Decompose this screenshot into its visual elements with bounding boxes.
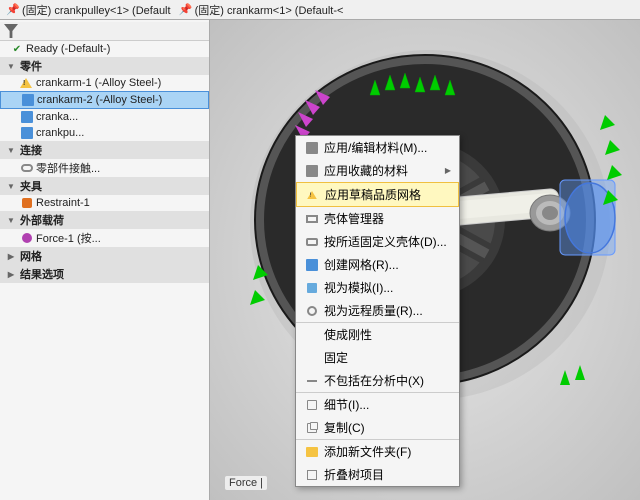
contact-item[interactable]: 零部件接触... — [0, 159, 209, 177]
rigid-icon — [304, 327, 320, 343]
force-icon — [20, 231, 34, 245]
material-icon — [304, 140, 320, 156]
menu-view-simulate[interactable]: 视为模拟(I)... — [296, 276, 459, 299]
exclude-icon — [304, 373, 320, 389]
menu-define-shell[interactable]: 按所适固定义壳体(D)... — [296, 230, 459, 253]
menu-copy[interactable]: 复制(C) — [296, 416, 459, 439]
menu-apply-draft-mesh[interactable]: 应用草稿品质网格 — [296, 182, 459, 207]
folder-add-icon — [304, 444, 320, 460]
top-bar: 📌 (固定) crankpulley<1> (Default 📌 (固定) cr… — [0, 0, 640, 20]
arrow-loads — [4, 213, 18, 227]
part-crankarm1[interactable]: crankarm-1 (-Alloy Steel-) — [0, 75, 209, 91]
arrow-results — [4, 267, 18, 281]
menu-make-rigid[interactable]: 使成刚性 — [296, 322, 459, 346]
component-icon-3 — [20, 110, 34, 124]
menu-add-folder[interactable]: 添加新文件夹(F) — [296, 439, 459, 463]
arrow-connections — [4, 143, 18, 157]
viewport[interactable]: Force | 应用/编辑材料(M)... 应用收藏的材料 ▶ — [210, 20, 640, 500]
component-icon-2 — [21, 93, 35, 107]
context-menu[interactable]: 应用/编辑材料(M)... 应用收藏的材料 ▶ 应用草稿品质网格 — [295, 135, 460, 487]
component-icon-4 — [20, 126, 34, 140]
filter-icon — [4, 24, 18, 38]
shell-icon — [304, 211, 320, 227]
feature-tree-panel: ✔ Ready (-Default-) 零件 crankarm-1 (-Allo… — [0, 20, 210, 500]
tree-status[interactable]: ✔ Ready (-Default-) — [0, 41, 209, 57]
submenu-arrow: ▶ — [445, 166, 451, 175]
material-saved-icon — [304, 163, 320, 179]
simulate-icon — [304, 280, 320, 296]
warning-mesh-icon — [305, 187, 321, 203]
section-results[interactable]: 结果选项 — [0, 265, 209, 283]
menu-details[interactable]: 细节(I)... — [296, 392, 459, 416]
menu-fix[interactable]: 固定 — [296, 346, 459, 369]
menu-view-remote-mass[interactable]: 视为远程质量(R)... — [296, 299, 459, 322]
menu-apply-saved-material[interactable]: 应用收藏的材料 ▶ — [296, 159, 459, 182]
pin-icon: 📌 — [6, 3, 20, 17]
restraint-icon — [20, 196, 34, 210]
part-cranka[interactable]: cranka... — [0, 109, 209, 125]
detail-icon — [304, 397, 320, 413]
collapse-icon — [304, 467, 320, 483]
section-loads[interactable]: 外部载荷 — [0, 211, 209, 229]
fix-icon — [304, 350, 320, 366]
section-parts[interactable]: 零件 — [0, 57, 209, 75]
menu-shell-manager[interactable]: 壳体管理器 — [296, 207, 459, 230]
pinned-item-2[interactable]: 📌 (固定) crankarm<1> (Default-< — [177, 1, 346, 19]
pin-icon-2: 📌 — [179, 3, 193, 17]
restraint-item[interactable]: Restraint-1 — [0, 195, 209, 211]
arrow-fixtures — [4, 179, 18, 193]
shell2-icon — [304, 234, 320, 250]
mesh-icon — [304, 257, 320, 273]
section-mesh[interactable]: 网格 — [0, 247, 209, 265]
force-item[interactable]: Force-1 (按... — [0, 229, 209, 247]
part-crankarm2[interactable]: crankarm-2 (-Alloy Steel-) — [0, 91, 209, 109]
arrow-parts — [4, 59, 18, 73]
contact-icon — [20, 161, 34, 175]
menu-exclude[interactable]: 不包括在分析中(X) — [296, 369, 459, 392]
part-crankpu[interactable]: crankpu... — [0, 125, 209, 141]
main-area: ✔ Ready (-Default-) 零件 crankarm-1 (-Allo… — [0, 20, 640, 500]
copy-icon — [304, 420, 320, 436]
pinned-item-1[interactable]: 📌 (固定) crankpulley<1> (Default — [4, 1, 173, 19]
warning-icon-1 — [20, 76, 34, 90]
menu-collapse-tree[interactable]: 折叠树项目 — [296, 463, 459, 486]
section-fixtures[interactable]: 夹具 — [0, 177, 209, 195]
section-connections[interactable]: 连接 — [0, 141, 209, 159]
remote-icon — [304, 303, 320, 319]
menu-apply-material[interactable]: 应用/编辑材料(M)... — [296, 136, 459, 159]
menu-create-mesh[interactable]: 创建网格(R)... — [296, 253, 459, 276]
app-window: 📌 (固定) crankpulley<1> (Default 📌 (固定) cr… — [0, 0, 640, 500]
force-label: Force | — [225, 476, 267, 490]
arrow-mesh — [4, 249, 18, 263]
status-icon: ✔ — [10, 42, 24, 56]
filter-bar — [0, 22, 209, 41]
